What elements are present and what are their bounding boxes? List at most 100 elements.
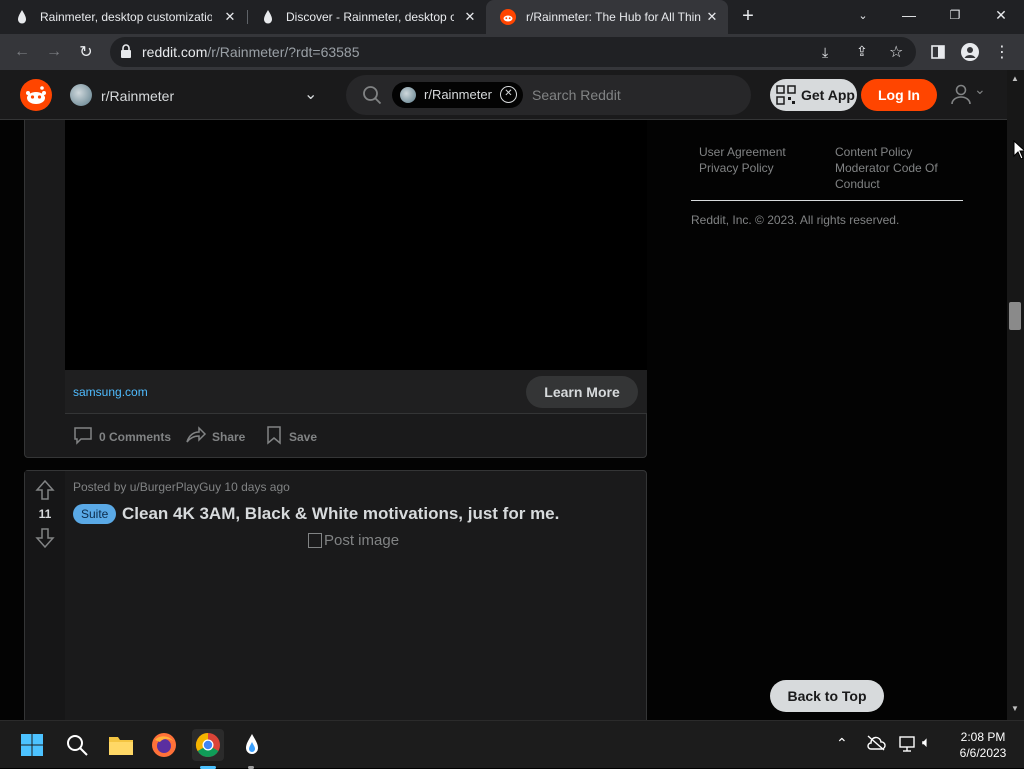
close-tab-icon[interactable]: ✕ (704, 9, 720, 25)
clear-chip-icon[interactable]: ✕ (500, 86, 517, 103)
share-page-icon[interactable]: ⇪ (856, 43, 868, 60)
address-bar[interactable]: reddit.com/r/Rainmeter/?rdt=63585 ⤓ ⇪ ☆ (110, 37, 916, 67)
community-name: r/Rainmeter (101, 88, 175, 104)
close-tab-icon[interactable]: ✕ (222, 9, 238, 25)
promoted-post-card[interactable]: samsung.com Learn More 0 Comments Share … (24, 120, 647, 458)
install-app-icon[interactable]: ⤓ (822, 44, 828, 61)
post-image-alt: Post image (324, 532, 400, 549)
footer-divider (691, 200, 963, 201)
tab-rainmeter[interactable]: Rainmeter, desktop customizatio ✕ (0, 0, 246, 34)
scrollbar-thumb[interactable] (1009, 302, 1021, 330)
vote-column: 11 (25, 471, 65, 720)
qr-code-icon (776, 85, 796, 108)
ad-video[interactable] (65, 120, 647, 370)
chip-label: r/Rainmeter (424, 87, 492, 102)
comment-icon (73, 425, 93, 450)
windows-start-icon[interactable] (16, 729, 48, 761)
clock[interactable]: 2:08 PM 6/6/2023 (950, 729, 1016, 761)
footer-link-moderator-code-cont[interactable]: Conduct (835, 176, 965, 192)
cloud-offline-icon[interactable] (866, 735, 886, 756)
close-window-icon[interactable]: ✕ (978, 0, 1024, 30)
get-app-button[interactable]: Get App (770, 79, 857, 111)
chrome-icon[interactable] (192, 729, 224, 761)
user-icon (950, 83, 972, 110)
post-title[interactable]: Clean 4K 3AM, Black & White motivations,… (122, 504, 559, 524)
user-menu-button[interactable]: ⌄ (948, 81, 992, 110)
community-icon (70, 84, 92, 106)
footer-link-privacy-policy[interactable]: Privacy Policy (699, 160, 829, 176)
ad-domain-link[interactable]: samsung.com (73, 385, 148, 399)
browser-toolbar: ← → ↻ reddit.com/r/Rainmeter/?rdt=63585 … (0, 34, 1024, 70)
page-scrollbar[interactable]: ▲ ▼ (1007, 70, 1024, 720)
post-image[interactable]: Post image (308, 532, 399, 549)
browser-tab-bar: Rainmeter, desktop customizatio ✕ Discov… (0, 0, 1024, 34)
scroll-up-arrow-icon[interactable]: ▲ (1011, 74, 1019, 83)
footer-link-content-policy[interactable]: Content Policy (835, 144, 965, 160)
network-icon[interactable] (898, 735, 918, 758)
community-icon (400, 87, 416, 103)
save-button[interactable]: Save (265, 425, 317, 449)
broken-image-icon (308, 533, 322, 548)
lock-icon[interactable] (120, 44, 134, 58)
reddit-icon (500, 9, 516, 25)
back-to-top-button[interactable]: Back to Top (770, 680, 884, 712)
rainmeter-drop-icon[interactable] (236, 729, 268, 761)
downvote-arrow-icon[interactable] (35, 527, 55, 554)
reload-icon[interactable]: ↻ (74, 40, 98, 64)
volume-icon[interactable]: 🔈︎ (922, 734, 931, 751)
share-label: Share (212, 430, 246, 444)
footer-link-moderator-code[interactable]: Moderator Code Of (835, 160, 965, 176)
footer-links-col2: Content Policy Moderator Code Of Conduct (835, 144, 965, 192)
tab-title: r/Rainmeter: The Hub for All Thin (526, 10, 701, 24)
profile-icon[interactable] (958, 40, 982, 64)
back-icon[interactable]: ← (10, 40, 34, 64)
chevron-down-icon: ⌄ (304, 86, 318, 103)
scroll-down-arrow-icon[interactable]: ▼ (1011, 704, 1019, 713)
login-button[interactable]: Log In (861, 79, 937, 111)
post-card[interactable]: 11 Posted by u/BurgerPlayGuy 10 days ago… (24, 470, 647, 720)
tab-title: Rainmeter, desktop customizatio (40, 10, 212, 24)
close-tab-icon[interactable]: ✕ (462, 9, 478, 25)
new-tab-button[interactable]: + (736, 5, 760, 29)
url-path: /r/Rainmeter/?rdt=63585 (207, 44, 360, 60)
rainmeter-drop-icon (14, 9, 30, 25)
get-app-label: Get App (801, 87, 855, 103)
clock-date: 6/6/2023 (959, 746, 1007, 760)
post-flair[interactable]: Suite (73, 504, 117, 524)
chevron-down-icon: ⌄ (974, 81, 986, 97)
forward-icon[interactable]: → (42, 40, 66, 64)
url-text: reddit.com/r/Rainmeter/?rdt=63585 (142, 44, 360, 60)
tab-search-icon[interactable]: ⌄ (840, 0, 886, 30)
windows-taskbar: ⌃ 🔈︎ 2:08 PM 6/6/2023 (0, 720, 1024, 769)
minimize-icon[interactable]: — (886, 0, 932, 30)
restore-icon[interactable]: ❐ (932, 0, 978, 30)
kebab-menu-icon[interactable]: ⋮ (990, 40, 1014, 64)
bookmark-icon (265, 425, 283, 450)
search-bar[interactable]: r/Rainmeter ✕ Search Reddit (346, 75, 751, 115)
vote-count: 11 (38, 507, 52, 521)
search-icon[interactable] (61, 729, 93, 761)
search-community-chip[interactable]: r/Rainmeter ✕ (392, 82, 523, 108)
community-dropdown[interactable]: r/Rainmeter ⌄ (70, 84, 330, 108)
share-arrow-icon (185, 425, 207, 450)
chevron-up-icon[interactable]: ⌃ (836, 735, 848, 752)
tab-reddit[interactable]: r/Rainmeter: The Hub for All Thin ✕ (486, 0, 728, 34)
tab-discover[interactable]: Discover - Rainmeter, desktop cu ✕ (248, 0, 486, 34)
bookmark-star-icon[interactable]: ☆ (889, 42, 903, 62)
file-explorer-icon[interactable] (105, 729, 137, 761)
learn-more-button[interactable]: Learn More (526, 376, 638, 408)
tab-title: Discover - Rainmeter, desktop cu (286, 10, 454, 24)
divider (65, 413, 647, 414)
search-placeholder[interactable]: Search Reddit (532, 87, 621, 103)
rainmeter-drop-icon (260, 9, 276, 25)
share-button[interactable]: Share (185, 425, 245, 449)
url-domain: reddit.com (142, 44, 208, 60)
comments-button[interactable]: 0 Comments (73, 425, 171, 449)
post-byline[interactable]: Posted by u/BurgerPlayGuy 10 days ago (73, 480, 290, 494)
upvote-arrow-icon[interactable] (35, 479, 55, 506)
firefox-icon[interactable] (148, 729, 180, 761)
reddit-logo-icon[interactable] (20, 79, 52, 111)
footer-link-user-agreement[interactable]: User Agreement (699, 144, 829, 160)
side-panel-icon[interactable] (926, 40, 950, 64)
reddit-header: r/Rainmeter ⌄ r/Rainmeter ✕ Search Reddi… (0, 70, 1007, 120)
